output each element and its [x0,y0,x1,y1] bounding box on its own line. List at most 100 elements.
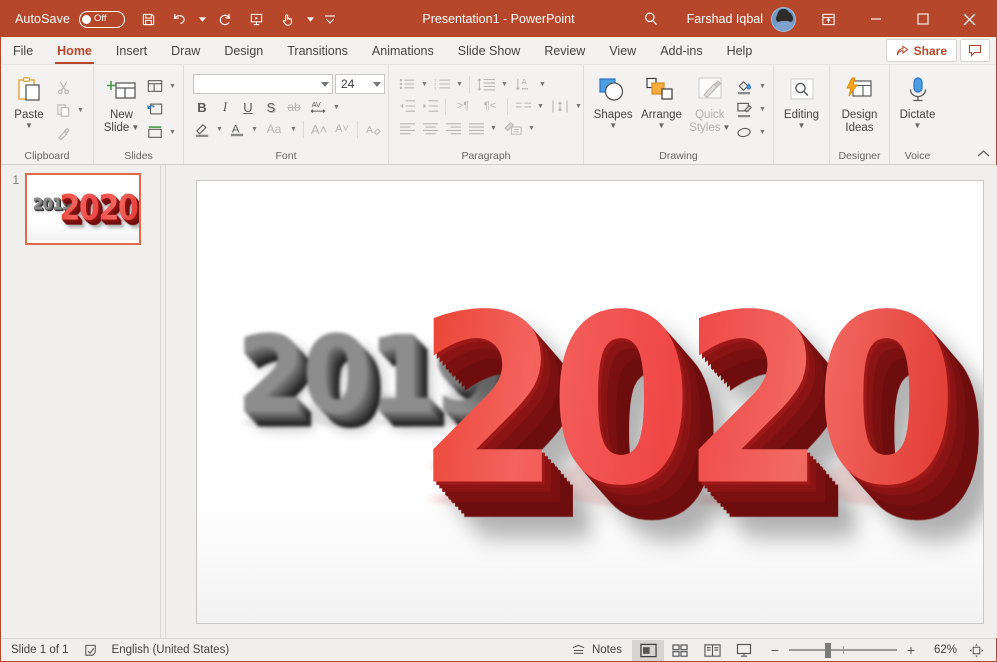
new-slide-button[interactable]: New Slide ▼ [99,70,144,134]
format-painter-icon[interactable] [52,122,74,144]
shape-fill-icon[interactable] [734,75,756,97]
avatar[interactable] [771,6,796,32]
line-spacing-dropdown-icon[interactable]: ▼ [499,73,510,95]
reading-view-button[interactable] [696,640,728,661]
touch-mouse-mode-icon[interactable] [273,6,301,32]
tab-slide-show[interactable]: Slide Show [446,37,533,64]
zoom-percentage[interactable]: 62% [925,644,957,656]
character-spacing-icon[interactable]: AV [306,96,330,118]
collapse-ribbon-button[interactable] [977,147,990,161]
columns-dropdown-icon[interactable]: ▼ [535,95,546,117]
editing-button[interactable]: Editing ▼ [779,70,824,130]
decrease-indent-icon[interactable] [396,95,418,117]
thumbnail-item[interactable]: 1 2019 2019 2020 2020 [1,173,160,245]
start-from-beginning-icon[interactable] [242,6,270,32]
tab-draw[interactable]: Draw [159,37,212,64]
thumbnail-slide-1[interactable]: 2019 2019 2020 2020 [25,173,141,245]
numbering-dropdown-icon[interactable]: ▼ [454,73,465,95]
tab-insert[interactable]: Insert [104,37,159,64]
convert-to-smartart-icon[interactable] [501,117,525,139]
tab-home[interactable]: Home [45,37,104,64]
text-shadow-button[interactable]: S [260,96,282,118]
new-slide-dropdown-icon[interactable]: ▼ [131,124,139,132]
text-highlight-dropdown-icon[interactable]: ▼ [214,118,225,140]
center-button[interactable] [419,117,441,139]
character-spacing-dropdown-icon[interactable]: ▼ [331,96,342,118]
editing-dropdown-icon[interactable]: ▼ [798,122,806,130]
section-dropdown-icon[interactable]: ▼ [167,121,178,143]
smartart-dropdown-icon[interactable]: ▼ [526,117,537,139]
increase-font-size-icon[interactable]: A˄ [308,118,330,140]
tab-file[interactable]: File [1,37,45,64]
save-icon[interactable] [134,6,162,32]
clear-formatting-icon[interactable]: A [362,118,384,140]
layout-icon[interactable] [144,75,166,97]
numbering-icon[interactable]: 1 2 3 [431,73,453,95]
bullets-icon[interactable] [396,73,418,95]
zoom-slider[interactable] [789,640,897,660]
line-spacing-icon[interactable] [474,73,498,95]
decrease-font-size-icon[interactable]: A˅ [331,118,353,140]
layout-dropdown-icon[interactable]: ▼ [167,75,178,97]
spellcheck-icon[interactable] [79,639,102,662]
increase-indent-icon[interactable] [419,95,441,117]
share-button[interactable]: Share [885,39,957,62]
font-color-dropdown-icon[interactable]: ▼ [249,118,260,140]
zoom-in-button[interactable]: + [904,643,918,657]
font-size-input[interactable]: 24 [335,74,385,94]
shapes-dropdown-icon[interactable]: ▼ [609,122,617,130]
arrange-button[interactable]: Arrange ▼ [637,70,685,130]
account-info[interactable]: Farshad Iqbal [687,6,796,32]
align-right-button[interactable] [442,117,464,139]
tab-view[interactable]: View [597,37,648,64]
bold-button[interactable]: B [191,96,213,118]
fit-to-window-button[interactable] [964,643,988,658]
shapes-button[interactable]: Shapes ▼ [589,70,637,130]
undo-icon[interactable] [165,6,193,32]
align-text-icon[interactable] [548,95,572,117]
tab-animations[interactable]: Animations [360,37,446,64]
reset-icon[interactable] [144,98,166,120]
cut-icon[interactable] [52,76,74,98]
justify-button[interactable] [465,117,487,139]
shape-fill-dropdown-icon[interactable]: ▼ [757,75,768,97]
design-ideas-button[interactable]: Design Ideas [835,70,884,134]
customize-qat-icon[interactable] [319,6,341,32]
close-button[interactable] [947,2,992,36]
change-case-icon[interactable]: Aa [261,118,287,140]
ribbon-display-options-icon[interactable] [806,2,851,36]
search-icon[interactable] [631,4,671,34]
copy-dropdown-icon[interactable]: ▼ [75,99,86,121]
tab-review[interactable]: Review [532,37,597,64]
paste-button[interactable]: Paste ▼ [6,70,52,130]
maximize-button[interactable] [900,2,945,36]
normal-view-button[interactable] [632,639,664,661]
touch-mode-dropdown-icon[interactable] [304,6,316,32]
tab-transitions[interactable]: Transitions [275,37,360,64]
shape-outline-icon[interactable] [734,98,756,120]
change-case-dropdown-icon[interactable]: ▼ [288,118,299,140]
bullets-dropdown-icon[interactable]: ▼ [419,73,430,95]
font-color-icon[interactable]: A [226,118,248,140]
slide-sorter-view-button[interactable] [664,640,696,661]
dictate-button[interactable]: Dictate ▼ [895,70,940,130]
arrange-dropdown-icon[interactable]: ▼ [658,122,666,130]
slide-show-button[interactable] [728,640,760,661]
quick-styles-dropdown-icon[interactable]: ▼ [723,124,731,132]
section-icon[interactable] [144,121,166,143]
shape-effects-dropdown-icon[interactable]: ▼ [757,121,768,143]
autosave-toggle[interactable]: Off [79,10,126,28]
paste-dropdown-icon[interactable]: ▼ [25,122,33,130]
language-indicator[interactable]: English (United States) [102,639,240,662]
zoom-out-button[interactable]: − [768,643,782,657]
text-direction-dropdown-icon[interactable]: ▼ [537,73,548,95]
redo-icon[interactable] [211,6,239,32]
increase-list-level-icon[interactable]: ¶< [477,95,503,117]
decrease-list-level-icon[interactable]: >¶ [450,95,476,117]
text-direction-icon[interactable]: A [512,73,536,95]
quick-styles-button[interactable]: Quick Styles ▼ [686,70,734,134]
underline-button[interactable]: U [237,96,259,118]
copy-icon[interactable] [52,99,74,121]
shape-effects-icon[interactable] [734,121,756,143]
minimize-button[interactable] [853,2,898,36]
